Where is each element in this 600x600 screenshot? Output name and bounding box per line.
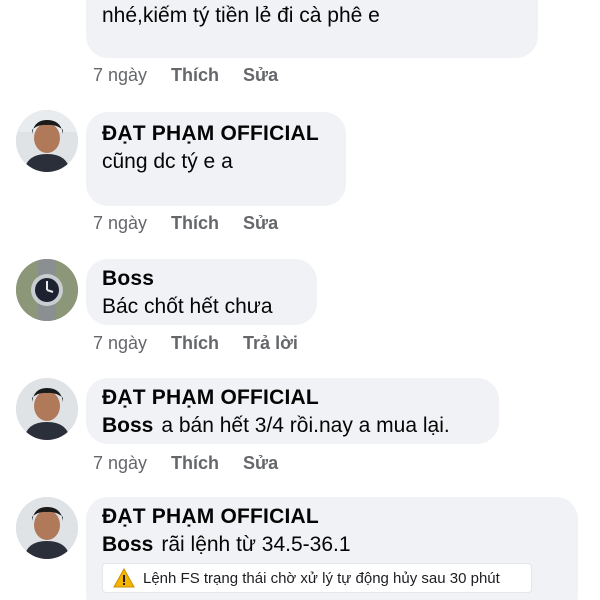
comment-time[interactable]: 7 ngày [93, 332, 147, 354]
order-notice: Lệnh FS trạng thái chờ xử lý tự động hủy… [102, 563, 532, 593]
edit-button[interactable]: Sửa [243, 452, 278, 474]
edit-button[interactable]: Sửa [243, 212, 278, 234]
watch-avatar-icon [16, 259, 78, 321]
like-button[interactable]: Thích [171, 212, 219, 234]
person-avatar-icon [16, 497, 78, 559]
comment-actions: 7 ngày Thích Sửa [93, 452, 278, 474]
comment-author[interactable]: Boss [102, 265, 301, 293]
mention-tag[interactable]: Boss [102, 533, 153, 556]
comment-time[interactable]: 7 ngày [93, 452, 147, 474]
comment-author[interactable]: ĐẠT PHẠM OFFICIAL [102, 384, 483, 412]
comment-author[interactable]: ĐẠT PHẠM OFFICIAL [102, 120, 330, 148]
person-avatar-icon [16, 378, 78, 440]
comment-text: Bác chốt hết chưa [102, 295, 273, 318]
person-avatar-icon [16, 110, 78, 172]
reply-button[interactable]: Trả lời [243, 332, 298, 354]
notice-text: Lệnh FS trạng thái chờ xử lý tự động hủy… [143, 569, 500, 587]
like-button[interactable]: Thích [171, 64, 219, 86]
comment-actions: 7 ngày Thích Sửa [93, 64, 278, 86]
comment-actions: 7 ngày Thích Sửa [93, 212, 278, 234]
comment-text: Boss a bán hết 3/4 rồi.nay a mua lại. [102, 412, 483, 440]
avatar[interactable] [16, 259, 78, 321]
avatar[interactable] [16, 110, 78, 172]
avatar[interactable] [16, 497, 78, 559]
like-button[interactable]: Thích [171, 452, 219, 474]
comment-text: cũng dc tý e a [102, 150, 233, 173]
comment-time[interactable]: 7 ngày [93, 64, 147, 86]
edit-button[interactable]: Sửa [243, 64, 278, 86]
warning-triangle-icon [113, 568, 135, 588]
comment-bubble: ĐẠT PHẠM OFFICIAL cũng dc tý e a [86, 112, 346, 206]
comment-actions: 7 ngày Thích Trả lời [93, 332, 298, 354]
comment-text: nhé,kiếm tý tiền lẻ đi cà phê e [102, 4, 380, 27]
avatar[interactable] [16, 378, 78, 440]
comment-author[interactable]: ĐẠT PHẠM OFFICIAL [102, 503, 562, 531]
comment-bubble: nhé,kiếm tý tiền lẻ đi cà phê e [86, 0, 538, 58]
comment-bubble: Boss Bác chốt hết chưa [86, 259, 317, 325]
comment-body: a bán hết 3/4 rồi.nay a mua lại. [161, 414, 450, 437]
comment-bubble: ĐẠT PHẠM OFFICIAL Boss a bán hết 3/4 rồi.… [86, 378, 499, 444]
comment-time[interactable]: 7 ngày [93, 212, 147, 234]
comment-text: Boss rãi lệnh từ 34.5-36.1 [102, 531, 562, 559]
comment-body: rãi lệnh từ 34.5-36.1 [161, 533, 351, 556]
mention-tag[interactable]: Boss [102, 414, 153, 437]
comment-bubble: ĐẠT PHẠM OFFICIAL Boss rãi lệnh từ 34.5-3… [86, 497, 578, 600]
like-button[interactable]: Thích [171, 332, 219, 354]
